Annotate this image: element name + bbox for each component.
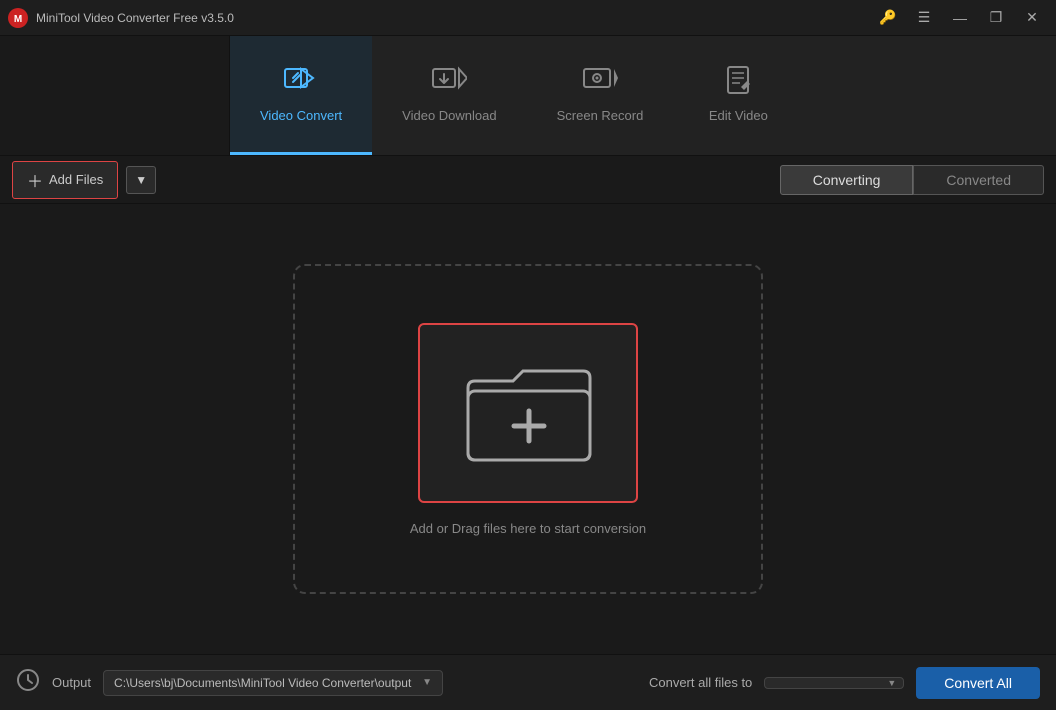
convert-all-button[interactable]: Convert All	[916, 667, 1040, 699]
nav-tab-video-download[interactable]: Video Download	[372, 36, 526, 155]
restore-button[interactable]: ❐	[980, 6, 1012, 30]
add-files-label: Add Files	[49, 172, 103, 187]
convert-format-wrapper	[764, 677, 904, 689]
main-content: Add or Drag files here to start conversi…	[0, 204, 1056, 654]
nav-tab-video-convert[interactable]: Video Convert	[230, 36, 372, 155]
convert-tabs: Converting Converted	[780, 165, 1044, 195]
drop-zone-outer: Add or Drag files here to start conversi…	[293, 264, 763, 594]
drop-hint-text: Add or Drag files here to start conversi…	[410, 521, 646, 536]
nav-tab-label-video-download: Video Download	[402, 108, 496, 123]
nav-bar: Video Convert Video Download	[0, 36, 1056, 156]
close-button[interactable]: ✕	[1016, 6, 1048, 30]
nav-tab-label-video-convert: Video Convert	[260, 108, 342, 123]
nav-tab-label-edit-video: Edit Video	[709, 108, 768, 123]
screen-record-icon	[582, 65, 618, 100]
output-path-field[interactable]: C:\Users\bj\Documents\MiniTool Video Con…	[103, 670, 443, 696]
video-convert-icon	[283, 65, 319, 100]
convert-all-label: Convert all files to	[649, 675, 752, 690]
nav-tabs: Video Convert Video Download	[230, 36, 1056, 155]
output-label: Output	[52, 675, 91, 690]
app-logo-icon: M	[8, 8, 28, 28]
status-bar: Output C:\Users\bj\Documents\MiniTool Vi…	[0, 654, 1056, 710]
title-controls: 🔑 ☰ — ❐ ✕	[872, 6, 1048, 30]
minimize-button[interactable]: —	[944, 6, 976, 30]
app-title: MiniTool Video Converter Free v3.5.0	[36, 11, 234, 25]
converted-tab[interactable]: Converted	[913, 165, 1044, 195]
add-files-button[interactable]: ＋ Add Files	[12, 161, 118, 199]
menu-button[interactable]: ☰	[908, 6, 940, 30]
folder-add-icon	[458, 353, 598, 473]
svg-text:M: M	[14, 14, 22, 25]
title-bar: M MiniTool Video Converter Free v3.5.0 🔑…	[0, 0, 1056, 36]
key-button[interactable]: 🔑	[872, 6, 904, 30]
toolbar: ＋ Add Files ▼ Converting Converted	[0, 156, 1056, 204]
sidebar-space	[0, 36, 230, 155]
video-download-icon	[431, 65, 467, 100]
title-left: M MiniTool Video Converter Free v3.5.0	[8, 8, 234, 28]
output-path-dropdown-icon: ▼	[422, 677, 432, 688]
converting-tab[interactable]: Converting	[780, 165, 914, 195]
add-files-dropdown-button[interactable]: ▼	[126, 166, 156, 194]
nav-tab-label-screen-record: Screen Record	[557, 108, 644, 123]
nav-tab-edit-video[interactable]: Edit Video	[673, 36, 803, 155]
edit-video-icon	[720, 65, 756, 100]
drop-zone-inner[interactable]	[418, 323, 638, 503]
convert-format-select[interactable]	[764, 677, 904, 689]
add-files-plus-icon: ＋	[27, 168, 43, 192]
clock-icon	[16, 668, 40, 698]
nav-tab-screen-record[interactable]: Screen Record	[527, 36, 674, 155]
output-path-text: C:\Users\bj\Documents\MiniTool Video Con…	[114, 676, 416, 690]
